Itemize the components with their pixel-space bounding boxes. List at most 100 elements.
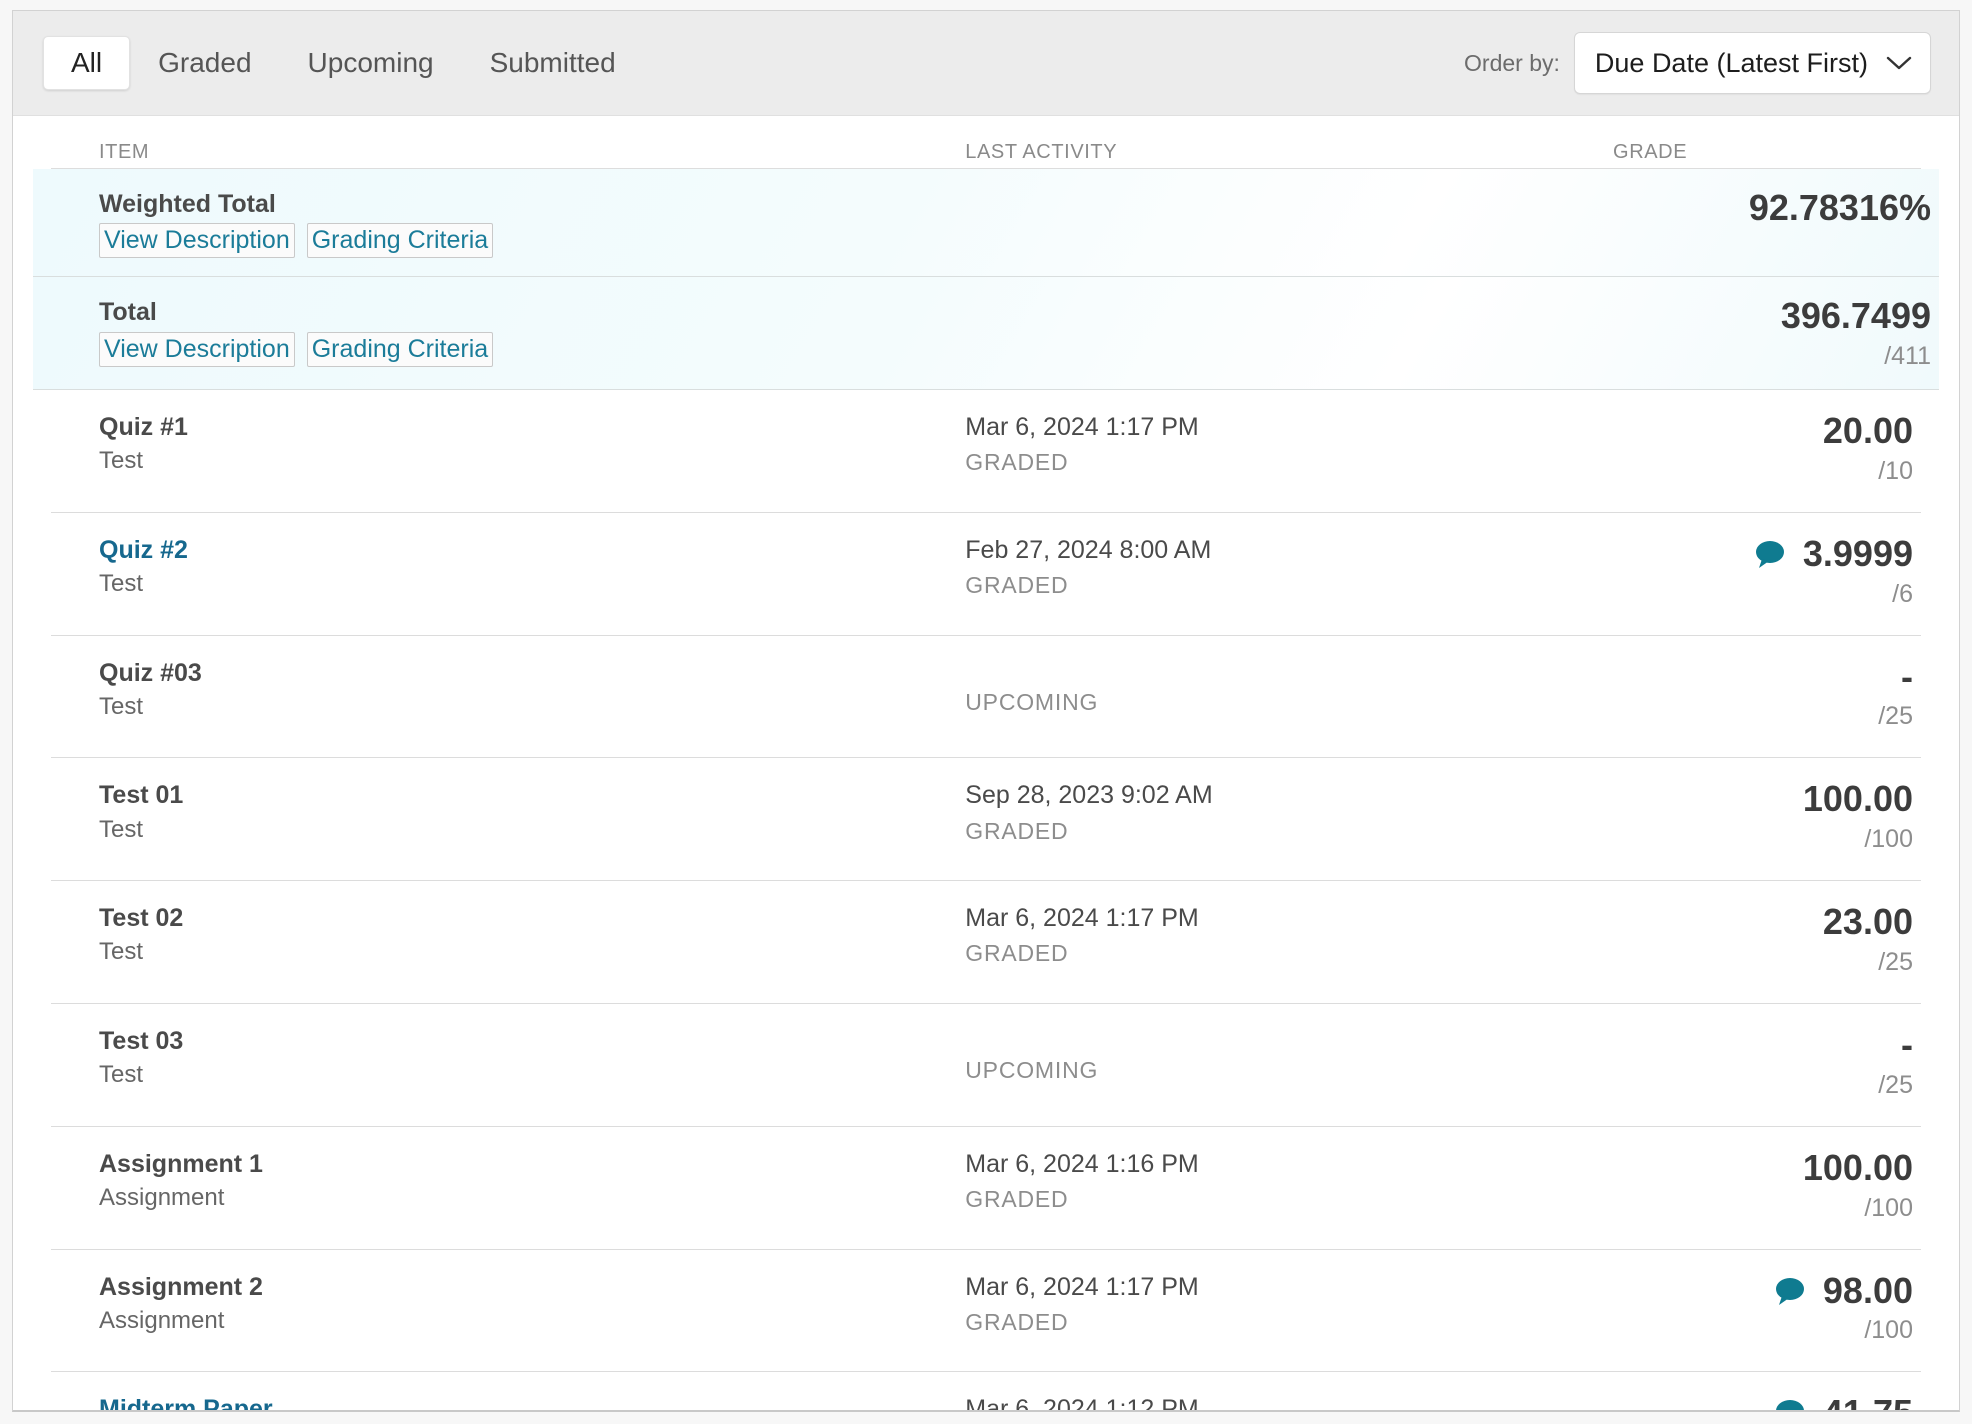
tab-upcoming[interactable]: Upcoming (280, 36, 462, 91)
grade-main: 100.00 (1601, 1149, 1913, 1187)
view-description-link[interactable]: View Description (99, 331, 295, 367)
item-links: View Description Grading Criteria (99, 223, 965, 259)
cell-grade: 20.00/10 (1601, 412, 1921, 486)
filter-tabs: All Graded Upcoming Submitted (43, 35, 644, 91)
table-row: Midterm PaperAssignmentView RubricMar 6,… (51, 1372, 1921, 1412)
item-type: Test (99, 1061, 144, 1089)
activity-status: GRADED (965, 1308, 1069, 1335)
grades-toolbar: All Graded Upcoming Submitted Order by: Due… (13, 11, 1959, 116)
item-title: Assignment 2 (99, 1272, 263, 1301)
cell-last-activity: UPCOMING (965, 1026, 1601, 1085)
cell-item: Assignment 1 Assignment (51, 1149, 965, 1213)
cell-grade: - /25 (1601, 657, 1921, 732)
grade-out-of: /100 (1864, 825, 1913, 854)
cell-grade: 3.9999/6 (1601, 535, 1921, 609)
grades-table: ITEM LAST ACTIVITY GRADE Weighted Total V… (13, 116, 1959, 1412)
grade-main: 20.00 (1601, 412, 1913, 450)
grade-main: 98.00 (1601, 1271, 1913, 1310)
item-title: Weighted Total (99, 190, 276, 218)
activity-status: GRADED (965, 449, 1069, 476)
table-body: Weighted Total View Description Grading Cr… (13, 169, 1959, 1412)
grade-out-of: /100 (1864, 1316, 1913, 1345)
cell-item: Midterm PaperAssignmentView Rubric (51, 1394, 965, 1410)
activity-status: UPCOMING (965, 1057, 1099, 1084)
cell-item: Quiz #2 Test (51, 535, 965, 599)
grade-out-of: /100 (1864, 1193, 1913, 1222)
table-row: Test 01 Test Sep 28, 2023 9:02 AM GRADED 100… (51, 758, 1921, 882)
activity-date: Mar 6, 2024 1:17 PM (965, 904, 1199, 933)
table-header: ITEM LAST ACTIVITY GRADE (51, 116, 1921, 169)
grade-main: - (1601, 657, 1913, 696)
grade-out-of: /25 (1878, 1070, 1913, 1099)
table-row: Weighted Total View Description Grading Cr… (33, 169, 1939, 278)
comment-bubble-icon[interactable] (1773, 1276, 1807, 1306)
item-type: Assignment (99, 1306, 225, 1334)
cell-grade: 41.75/50 (1601, 1394, 1921, 1410)
cell-grade: - /25 (1601, 1026, 1921, 1100)
activity-date: Feb 27, 2024 8:00 AM (965, 535, 1212, 564)
grade-value: 41.75 (1823, 1394, 1913, 1410)
activity-status: GRADED (965, 817, 1069, 844)
cell-item: Test 03 Test (51, 1026, 965, 1090)
cell-grade: 23.00/25 (1601, 903, 1921, 977)
cell-item: Test 02 Test (51, 903, 965, 967)
item-title: Total (99, 298, 157, 327)
order-by-control: Order by: Due Date (Latest First) (1464, 32, 1931, 94)
activity-date: Mar 6, 2024 1:12 PM (965, 1395, 1199, 1412)
table-row: Quiz #1 Test Mar 6, 2024 1:17 PM GRADED 20.0… (51, 390, 1921, 513)
cell-grade: 92.78316% (1601, 189, 1939, 227)
grade-out-of: /10 (1878, 456, 1913, 485)
tab-submitted[interactable]: Submitted (462, 36, 644, 91)
item-title: Quiz #1 (99, 413, 188, 442)
grade-main: 396.7499 (1601, 297, 1931, 335)
item-type: Test (99, 815, 144, 843)
grade-main: 92.78316% (1601, 189, 1931, 227)
grades-panel: All Graded Upcoming Submitted Order by: Due… (12, 10, 1960, 1412)
order-by-select[interactable]: Due Date (Latest First) (1573, 32, 1931, 94)
comment-bubble-icon[interactable] (1773, 1398, 1807, 1410)
tab-all[interactable]: All (43, 35, 131, 91)
table-row: Quiz #2 Test Feb 27, 2024 8:00 AM GRADED 3.9… (51, 513, 1921, 636)
activity-date: Mar 6, 2024 1:17 PM (965, 1272, 1199, 1301)
item-type: Test (99, 938, 144, 966)
tab-graded[interactable]: Graded (130, 36, 279, 91)
grade-main: 100.00 (1601, 780, 1913, 818)
grade-out-of: /411 (1884, 342, 1931, 371)
cell-item: Assignment 2 Assignment (51, 1272, 965, 1336)
column-header-grade: GRADE (1613, 141, 1688, 163)
comment-bubble-icon[interactable] (1753, 539, 1787, 569)
grading-criteria-link[interactable]: Grading Criteria (306, 223, 494, 259)
grade-value: 3.9999 (1802, 532, 1913, 574)
activity-date: Mar 6, 2024 1:16 PM (965, 1149, 1199, 1178)
activity-status: GRADED (965, 940, 1069, 967)
chevron-down-icon (1886, 55, 1912, 71)
grade-main: 3.9999 (1601, 535, 1913, 573)
cell-last-activity: Mar 6, 2024 1:12 PMGRADED (965, 1394, 1601, 1412)
item-title[interactable]: Quiz #2 (99, 535, 965, 566)
item-links: View Description Grading Criteria (99, 331, 965, 367)
cell-item: Quiz #1 Test (51, 412, 965, 476)
cell-grade: 100.00/100 (1601, 780, 1921, 854)
grade-value: 100.00 (1802, 1146, 1913, 1188)
cell-last-activity: Mar 6, 2024 1:17 PM GRADED (965, 1272, 1601, 1337)
grading-criteria-link[interactable]: Grading Criteria (306, 331, 494, 367)
item-title: Test 02 (99, 904, 184, 933)
grades-page: All Graded Upcoming Submitted Order by: Due… (0, 0, 1972, 1424)
view-description-link[interactable]: View Description (99, 223, 295, 259)
cell-grade: 98.00/100 (1601, 1271, 1921, 1346)
grade-main: 41.75 (1601, 1394, 1913, 1410)
item-title: Quiz #03 (99, 658, 202, 687)
item-title: Test 01 (99, 781, 184, 810)
item-title: Assignment 1 (99, 1149, 263, 1178)
table-row: Assignment 2 Assignment Mar 6, 2024 1:17 P… (51, 1250, 1921, 1373)
item-title: Test 03 (99, 1027, 184, 1056)
grade-value: 396.7499 (1780, 295, 1931, 337)
activity-date: Mar 6, 2024 1:17 PM (965, 413, 1199, 442)
item-type: Test (99, 447, 144, 475)
item-type: Test (99, 570, 144, 598)
grade-value: 23.00 (1822, 901, 1913, 943)
cell-last-activity: Mar 6, 2024 1:17 PM GRADED (965, 903, 1601, 968)
table-row: Test 02 Test Mar 6, 2024 1:17 PM GRADED 23.0… (51, 881, 1921, 1005)
cell-last-activity: UPCOMING (965, 658, 1601, 717)
item-title[interactable]: Midterm Paper (99, 1394, 965, 1410)
